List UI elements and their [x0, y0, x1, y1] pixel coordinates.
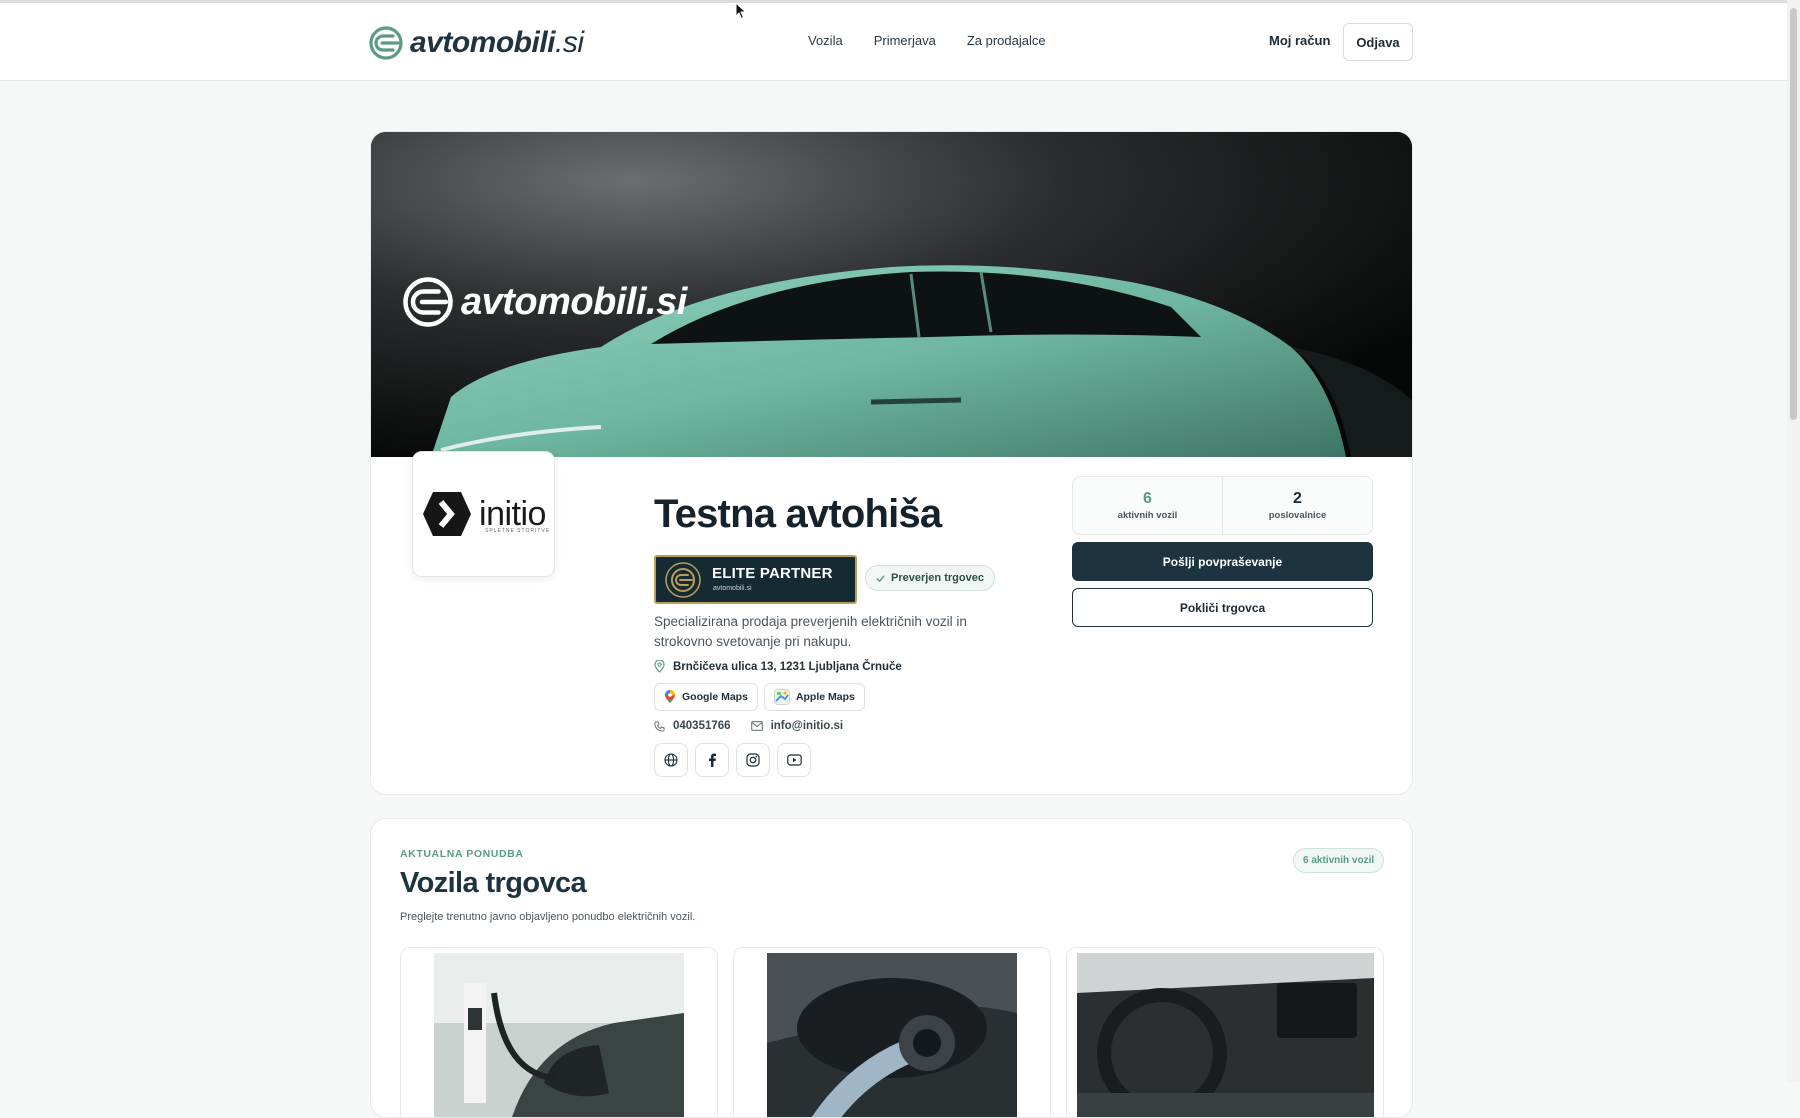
globe-icon	[664, 753, 678, 767]
google-maps-button[interactable]: Google Maps	[654, 683, 758, 711]
facebook-icon	[709, 753, 716, 767]
nav-item-vozila[interactable]: Vozila	[808, 33, 843, 48]
logout-button[interactable]: Odjava	[1343, 23, 1413, 61]
vehicle-card[interactable]	[733, 947, 1051, 1117]
send-inquiry-button[interactable]: Pošlji povpraševanje	[1072, 542, 1373, 581]
hero-brand-tld: .si	[646, 280, 687, 323]
stat-active-vehicles-value: 6	[1143, 490, 1152, 507]
facebook-button[interactable]	[695, 743, 729, 777]
section-title: Vozila trgovca	[400, 867, 587, 899]
dealer-address: Brnčičeva ulica 13, 1231 Ljubljana Črnuč…	[654, 660, 902, 673]
website-button[interactable]	[654, 743, 688, 777]
dealer-address-text: Brnčičeva ulica 13, 1231 Ljubljana Črnuč…	[673, 660, 902, 673]
mail-icon	[750, 721, 763, 731]
dealer-logo-tagline: SPLETNE STORITVE	[485, 528, 551, 534]
active-vehicles-badge: 6 aktivnih vozil	[1293, 848, 1385, 873]
verified-badge-label: Preverjen trgovec	[891, 572, 984, 584]
main-nav: Vozila Primerjava Za prodajalce	[808, 33, 1046, 48]
scrollbar-thumb[interactable]	[1790, 8, 1797, 420]
brand-tld: .si	[555, 26, 584, 59]
vehicle-card[interactable]	[1066, 947, 1384, 1117]
brand-name: avtomobili	[410, 26, 556, 59]
social-links	[654, 743, 811, 777]
check-icon	[876, 574, 885, 582]
section-subtitle: Preglejte trenutno javno objavljeno ponu…	[400, 911, 696, 923]
hero-brand-logo: avtomobili.si	[401, 275, 687, 329]
dealer-profile-card: avtomobili.si initio SPLETNE STORITVE Te…	[370, 131, 1413, 795]
hero-brand-name: avtomobili	[461, 280, 647, 323]
youtube-icon	[786, 754, 802, 766]
elite-e-icon	[665, 562, 701, 598]
brand-e-icon	[369, 26, 403, 60]
section-eyebrow: AKTUALNA PONUDBA	[400, 848, 524, 860]
vehicle-image	[1077, 953, 1374, 1117]
stat-branches-value: 2	[1293, 490, 1302, 507]
dealer-vehicles-section: AKTUALNA PONUDBA Vozila trgovca Preglejt…	[370, 818, 1413, 1118]
nav-item-primerjava[interactable]: Primerjava	[874, 33, 936, 48]
stat-active-vehicles: 6 aktivnih vozil	[1073, 477, 1222, 534]
phone-icon	[654, 720, 665, 732]
google-maps-label: Google Maps	[682, 691, 748, 703]
email-link[interactable]: info@initio.si	[771, 720, 844, 732]
elite-badge-title: ELITE PARTNER	[712, 565, 833, 582]
vehicle-image	[767, 953, 1017, 1117]
nav-item-za-prodajalce[interactable]: Za prodajalce	[967, 33, 1046, 48]
vehicle-card[interactable]	[400, 947, 718, 1117]
dealer-contact: 040351766 info@initio.si	[654, 720, 843, 732]
phone-link[interactable]: 040351766	[673, 720, 731, 732]
stat-branches: 2 poslovalnice	[1222, 477, 1372, 534]
dealer-stats: 6 aktivnih vozil 2 poslovalnice	[1072, 476, 1373, 535]
apple-maps-label: Apple Maps	[795, 691, 855, 703]
verified-badge: Preverjen trgovec	[865, 565, 995, 591]
instagram-button[interactable]	[736, 743, 770, 777]
stat-branches-label: poslovalnice	[1268, 510, 1327, 521]
stat-active-vehicles-label: aktivnih vozil	[1117, 510, 1178, 521]
site-logo[interactable]: avtomobili.si	[368, 23, 584, 63]
apple-maps-button[interactable]: Apple Maps	[763, 683, 865, 711]
dealer-logo: initio SPLETNE STORITVE	[412, 451, 555, 577]
dealer-name: Testna avtohiša	[654, 492, 942, 536]
vehicle-image	[434, 953, 684, 1117]
apple-maps-icon	[773, 689, 790, 705]
initio-chevron-icon	[423, 492, 472, 536]
elite-partner-badge: ELITE PARTNER avtomobili.si	[654, 555, 857, 604]
hero-banner: avtomobili.si	[371, 132, 1412, 457]
youtube-button[interactable]	[777, 743, 811, 777]
location-pin-icon	[654, 660, 665, 673]
my-account-link[interactable]: Moj račun	[1269, 33, 1330, 48]
site-header: avtomobili.si Vozila Primerjava Za proda…	[0, 3, 1787, 81]
instagram-icon	[746, 753, 760, 767]
mouse-cursor-icon	[735, 2, 747, 20]
call-dealer-button[interactable]: Pokliči trgovca	[1072, 588, 1373, 627]
map-buttons: Google Maps Apple Maps	[654, 683, 865, 711]
elite-badge-sub: avtomobili.si	[713, 585, 752, 592]
google-maps-icon	[665, 690, 675, 703]
dealer-description: Specializirana prodaja preverjenih elekt…	[654, 614, 967, 649]
hero-brand-e-icon	[403, 277, 453, 327]
